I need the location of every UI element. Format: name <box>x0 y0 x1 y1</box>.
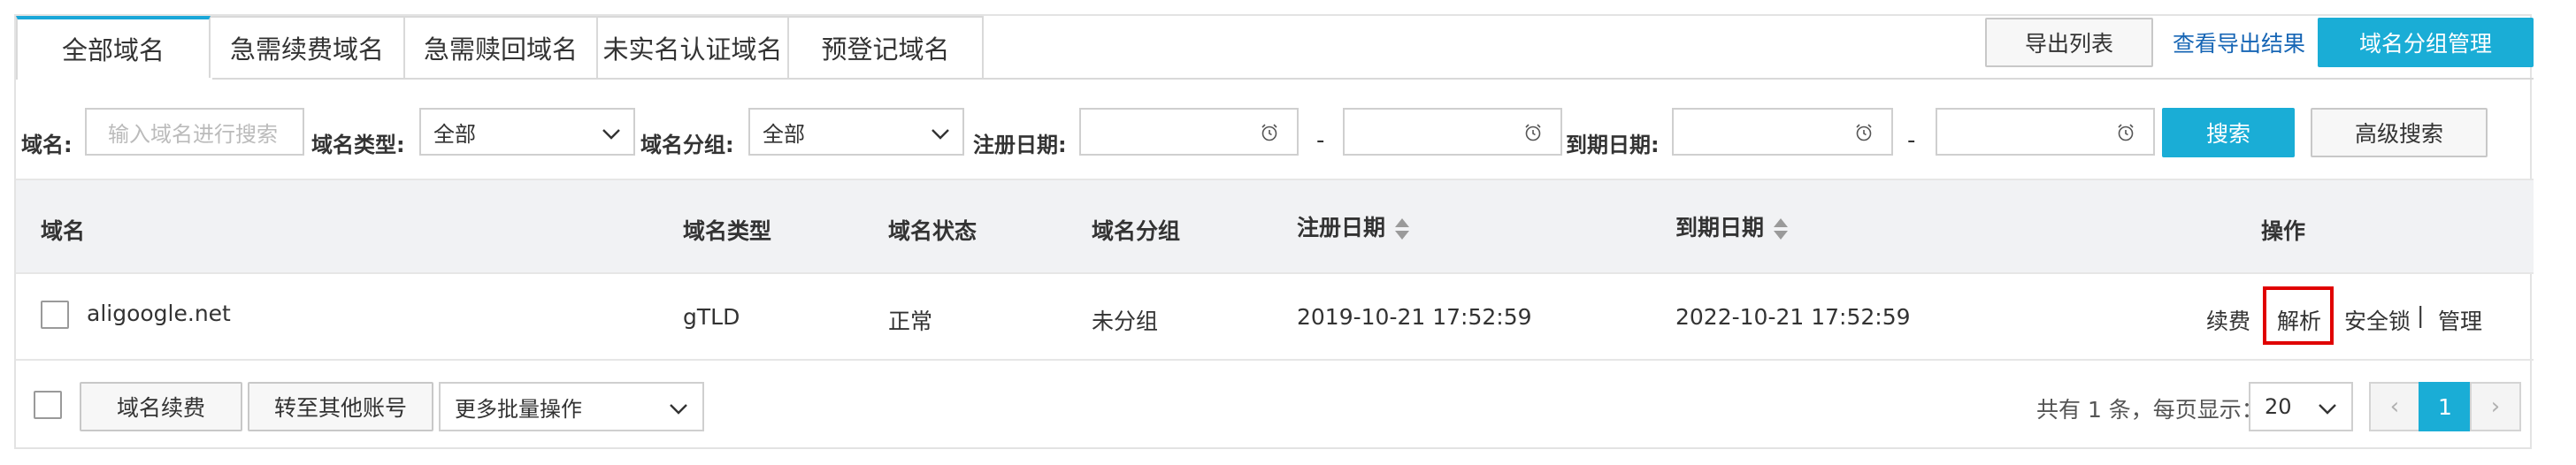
pagination-summary: 共有 1 条，每页显示： <box>2036 397 2264 423</box>
row-status: 正常 <box>888 309 933 334</box>
transfer-account-button[interactable]: 转至其他账号 <box>248 382 433 431</box>
more-batch-label: 更多批量操作 <box>455 396 582 422</box>
domain-link[interactable]: aligoogle.net <box>87 301 231 326</box>
col-reg-date[interactable]: 注册日期 <box>1297 210 1412 242</box>
col-exp-date[interactable]: 到期日期 <box>1675 210 1790 242</box>
clock-icon <box>2118 124 2134 141</box>
table-row: aligoogle.net gTLD 正常 未分组 2019-10-21 17:… <box>16 272 2534 361</box>
manage-link[interactable]: 管理 <box>2438 304 2482 336</box>
col-actions: 操作 <box>2261 218 2306 244</box>
prev-page-button[interactable]: ‹ <box>2369 382 2420 431</box>
domain-type-select[interactable]: 全部 <box>419 108 635 156</box>
resolve-link[interactable]: 解析 <box>2277 304 2321 336</box>
tabs-divider <box>16 78 2534 80</box>
sort-icon <box>1774 218 1789 240</box>
col-exp-date-label: 到期日期 <box>1675 215 1765 240</box>
chevron-down-icon <box>2319 404 2336 415</box>
col-status: 域名状态 <box>888 218 978 244</box>
page-size-value: 20 <box>2265 394 2292 419</box>
advanced-search-button[interactable]: 高级搜索 <box>2311 108 2488 157</box>
domain-list-panel: 全部域名 急需续费域名 急需赎回域名 未实名认证域名 预登记域名 导出列表 查看… <box>14 14 2534 449</box>
col-group: 域名分组 <box>1092 218 1181 244</box>
domain-group-value: 全部 <box>763 121 805 147</box>
export-list-button[interactable]: 导出列表 <box>1985 18 2153 67</box>
tab-bar: 全部域名 急需续费域名 急需赎回域名 未实名认证域名 预登记域名 <box>16 16 984 80</box>
table-header: 域名 域名类型 域名状态 域名分组 注册日期 到期日期 操作 <box>16 179 2534 272</box>
row-reg-date: 2019-10-21 17:52:59 <box>1297 304 1532 330</box>
row-checkbox[interactable] <box>41 301 69 329</box>
tab-all-domains[interactable]: 全部域名 <box>16 16 211 80</box>
exp-date-separator: - <box>1907 127 1916 154</box>
clock-icon <box>1525 124 1541 141</box>
reg-date-start-input[interactable] <box>1079 108 1299 156</box>
chevron-down-icon <box>602 129 620 140</box>
reg-date-end-input[interactable] <box>1343 108 1562 156</box>
domain-group-manage-button[interactable]: 域名分组管理 <box>2318 18 2534 67</box>
search-button[interactable]: 搜索 <box>2162 108 2295 157</box>
domain-group-select[interactable]: 全部 <box>748 108 964 156</box>
page-size-select[interactable]: 20 <box>2249 382 2353 431</box>
group-filter-label: 域名分组: <box>640 133 734 157</box>
next-page-button[interactable]: › <box>2470 382 2521 431</box>
reg-date-separator: - <box>1316 127 1325 154</box>
col-type: 域名类型 <box>683 218 772 244</box>
view-export-results-link[interactable]: 查看导出结果 <box>2173 27 2305 58</box>
type-filter-label: 域名类型: <box>311 133 405 157</box>
more-batch-select[interactable]: 更多批量操作 <box>439 382 704 431</box>
row-type: gTLD <box>683 304 740 330</box>
action-separator: | <box>2417 302 2425 328</box>
security-lock-link[interactable]: 安全锁 <box>2344 304 2411 336</box>
row-exp-date: 2022-10-21 17:52:59 <box>1675 304 1911 330</box>
col-reg-date-label: 注册日期 <box>1297 215 1386 240</box>
tab-renew-needed[interactable]: 急需续费域名 <box>211 16 405 80</box>
tab-redeem-needed[interactable]: 急需赎回域名 <box>405 16 598 80</box>
select-all-checkbox[interactable] <box>34 391 62 419</box>
domain-search-input[interactable]: 输入域名进行搜索 <box>85 108 304 156</box>
row-group: 未分组 <box>1092 309 1159 334</box>
domain-filter-label: 域名: <box>21 133 73 157</box>
reg-date-label: 注册日期: <box>973 133 1067 157</box>
exp-date-end-input[interactable] <box>1936 108 2155 156</box>
domain-type-value: 全部 <box>433 121 476 147</box>
clock-icon <box>1261 124 1277 141</box>
exp-date-label: 到期日期: <box>1566 133 1660 157</box>
tab-unverified[interactable]: 未实名认证域名 <box>598 16 789 80</box>
col-domain: 域名 <box>41 218 86 244</box>
clock-icon <box>1856 124 1872 141</box>
tab-preregistered[interactable]: 预登记域名 <box>789 16 984 80</box>
batch-renew-button[interactable]: 域名续费 <box>80 382 242 431</box>
sort-icon <box>1395 218 1410 240</box>
chevron-down-icon <box>670 404 687 415</box>
exp-date-start-input[interactable] <box>1672 108 1893 156</box>
chevron-down-icon <box>932 129 949 140</box>
current-page-button[interactable]: 1 <box>2419 382 2472 431</box>
renew-link[interactable]: 续费 <box>2206 304 2250 336</box>
